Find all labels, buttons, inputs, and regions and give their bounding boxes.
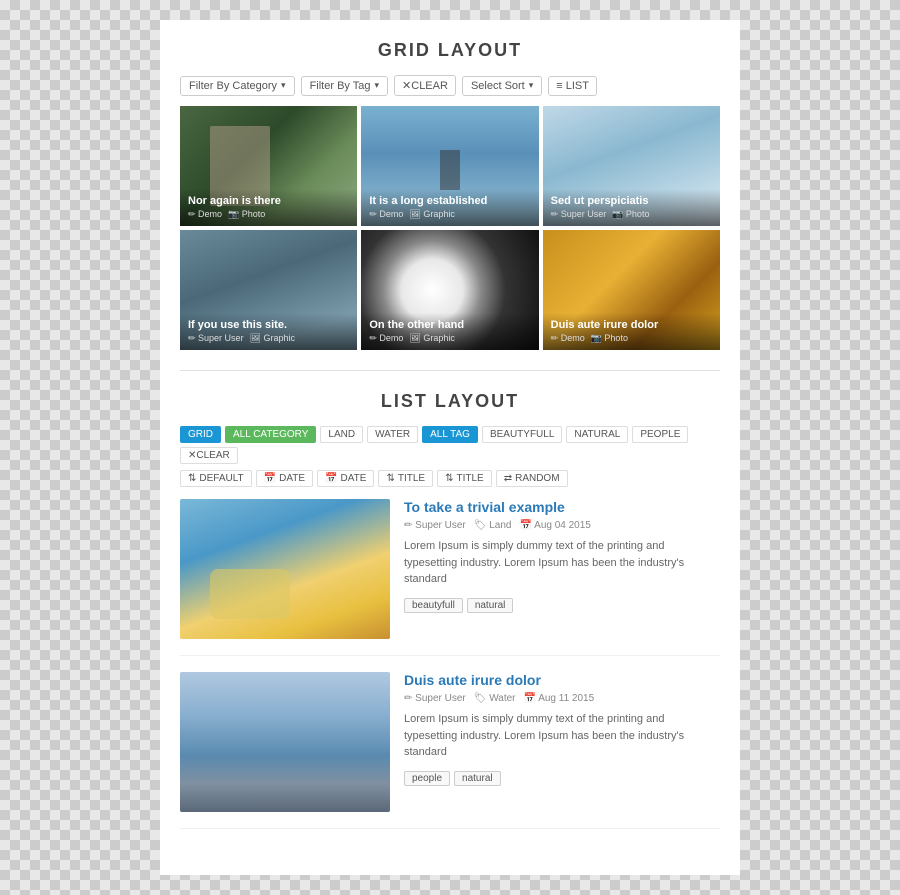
grid-view-btn[interactable]: GRID [180, 426, 221, 443]
sort-select[interactable]: Select Sort [462, 76, 542, 96]
tag-natural[interactable]: natural [454, 771, 501, 786]
list-item-meta: ✏ Super User 🏷 Land 📅 Aug 04 2015 [404, 520, 720, 531]
meta-author: ✏ Super User [404, 693, 466, 704]
list-item: To take a trivial example ✏ Super User 🏷… [180, 499, 720, 656]
grid-item-title: Sed ut perspiciatis [551, 195, 712, 207]
grid-item-title: On the other hand [369, 319, 530, 331]
meta-user: ✏ Super User [551, 209, 607, 220]
list-item-title[interactable]: To take a trivial example [404, 499, 720, 515]
list-item-description: Lorem Ipsum is simply dummy text of the … [404, 711, 720, 761]
grid-item-title: Duis aute irure dolor [551, 319, 712, 331]
meta-graphic: 🖼 Graphic [409, 333, 454, 344]
grid-item-overlay: Duis aute irure dolor ✏ Demo 📷 Photo [543, 313, 720, 350]
list-item-meta: ✏ Super User 🏷 Water 📅 Aug 11 2015 [404, 693, 720, 704]
grid-item-title: Nor again is there [188, 195, 349, 207]
tag-people[interactable]: people [404, 771, 450, 786]
grid-item-overlay: On the other hand ✏ Demo 🖼 Graphic [361, 313, 538, 350]
meta-date: 📅 Aug 11 2015 [524, 693, 595, 704]
natural-btn[interactable]: NATURAL [566, 426, 628, 443]
meta-demo: ✏ Demo [188, 209, 222, 220]
sort-title-desc[interactable]: ⇅ TITLE [437, 470, 492, 487]
land-btn[interactable]: LAND [320, 426, 363, 443]
clear-button[interactable]: ✕CLEAR [394, 75, 456, 96]
sort-default[interactable]: ⇅ DEFAULT [180, 470, 252, 487]
clear-tags-btn[interactable]: ✕CLEAR [180, 447, 238, 464]
grid-container: Nor again is there ✏ Demo 📷 Photo It is … [180, 106, 720, 350]
grid-item[interactable]: It is a long established ✏ Demo 🖼 Graphi… [361, 106, 538, 226]
grid-item-overlay: Nor again is there ✏ Demo 📷 Photo [180, 189, 357, 226]
sort-date-desc[interactable]: 📅 DATE [317, 470, 374, 487]
list-item-tags: people natural [404, 771, 720, 786]
list-item: Duis aute irure dolor ✏ Super User 🏷 Wat… [180, 672, 720, 829]
meta-photo: 📷 Photo [591, 333, 628, 344]
list-item-image[interactable] [180, 672, 390, 812]
meta-category: 🏷 Water [474, 693, 516, 704]
list-item-description: Lorem Ipsum is simply dummy text of the … [404, 538, 720, 588]
grid-item-meta: ✏ Demo 📷 Photo [551, 333, 712, 344]
meta-date: 📅 Aug 04 2015 [519, 520, 590, 531]
list-item-title[interactable]: Duis aute irure dolor [404, 672, 720, 688]
sort-date-asc[interactable]: 📅 DATE [256, 470, 313, 487]
meta-demo: ✏ Demo [369, 333, 403, 344]
grid-item-overlay: Sed ut perspiciatis ✏ Super User 📷 Photo [543, 189, 720, 226]
tag-natural[interactable]: natural [467, 598, 514, 613]
people-btn[interactable]: PEOPLE [632, 426, 688, 443]
tag-filter[interactable]: Filter By Tag [301, 76, 388, 96]
meta-author: ✏ Super User [404, 520, 466, 531]
list-item-content: To take a trivial example ✏ Super User 🏷… [404, 499, 720, 639]
beautyfull-btn[interactable]: BEAUTYFULL [482, 426, 562, 443]
main-container: GRID LAYOUT Filter By Category Filter By… [160, 20, 740, 875]
sort-bar: ⇅ DEFAULT 📅 DATE 📅 DATE ⇅ TITLE ⇅ TITLE … [180, 470, 720, 487]
grid-item-overlay: If you use this site. ✏ Super User 🖼 Gra… [180, 313, 357, 350]
meta-photo: 📷 Photo [228, 209, 265, 220]
sort-random[interactable]: ⇄ RANDOM [496, 470, 568, 487]
meta-user: ✏ Super User [188, 333, 244, 344]
grid-item[interactable]: Duis aute irure dolor ✏ Demo 📷 Photo [543, 230, 720, 350]
section-separator [180, 370, 720, 371]
grid-item[interactable]: On the other hand ✏ Demo 🖼 Graphic [361, 230, 538, 350]
grid-item-meta: ✏ Demo 🖼 Graphic [369, 333, 530, 344]
grid-item-meta: ✏ Demo 📷 Photo [188, 209, 349, 220]
category-filter[interactable]: Filter By Category [180, 76, 295, 96]
all-category-btn[interactable]: ALL CATEGORY [225, 426, 316, 443]
grid-item-title: If you use this site. [188, 319, 349, 331]
tag-beautyfull[interactable]: beautyfull [404, 598, 463, 613]
all-tag-btn[interactable]: ALL TAG [422, 426, 478, 443]
grid-item-meta: ✏ Demo 🖼 Graphic [369, 209, 530, 220]
grid-filter-bar: Filter By Category Filter By Tag ✕CLEAR … [180, 75, 720, 96]
list-item-content: Duis aute irure dolor ✏ Super User 🏷 Wat… [404, 672, 720, 812]
list-view-button[interactable]: ≡ LIST [548, 76, 597, 96]
grid-item-title: It is a long established [369, 195, 530, 207]
list-section-title: LIST LAYOUT [180, 391, 720, 412]
grid-section-title: GRID LAYOUT [180, 40, 720, 61]
grid-item[interactable]: If you use this site. ✏ Super User 🖼 Gra… [180, 230, 357, 350]
meta-graphic: 🖼 Graphic [250, 333, 295, 344]
grid-item-meta: ✏ Super User 📷 Photo [551, 209, 712, 220]
list-icon: ≡ [556, 80, 562, 92]
grid-item[interactable]: Nor again is there ✏ Demo 📷 Photo [180, 106, 357, 226]
sort-title-asc[interactable]: ⇅ TITLE [378, 470, 433, 487]
list-item-tags: beautyfull natural [404, 598, 720, 613]
grid-item-meta: ✏ Super User 🖼 Graphic [188, 333, 349, 344]
meta-graphic: 🖼 Graphic [409, 209, 454, 220]
meta-photo: 📷 Photo [612, 209, 649, 220]
grid-item-overlay: It is a long established ✏ Demo 🖼 Graphi… [361, 189, 538, 226]
grid-item[interactable]: Sed ut perspiciatis ✏ Super User 📷 Photo [543, 106, 720, 226]
meta-demo: ✏ Demo [551, 333, 585, 344]
water-btn[interactable]: WATER [367, 426, 418, 443]
meta-category: 🏷 Land [474, 520, 512, 531]
list-item-image[interactable] [180, 499, 390, 639]
list-filter-bar: GRID ALL CATEGORY LAND WATER ALL TAG BEA… [180, 426, 720, 464]
meta-demo: ✏ Demo [369, 209, 403, 220]
